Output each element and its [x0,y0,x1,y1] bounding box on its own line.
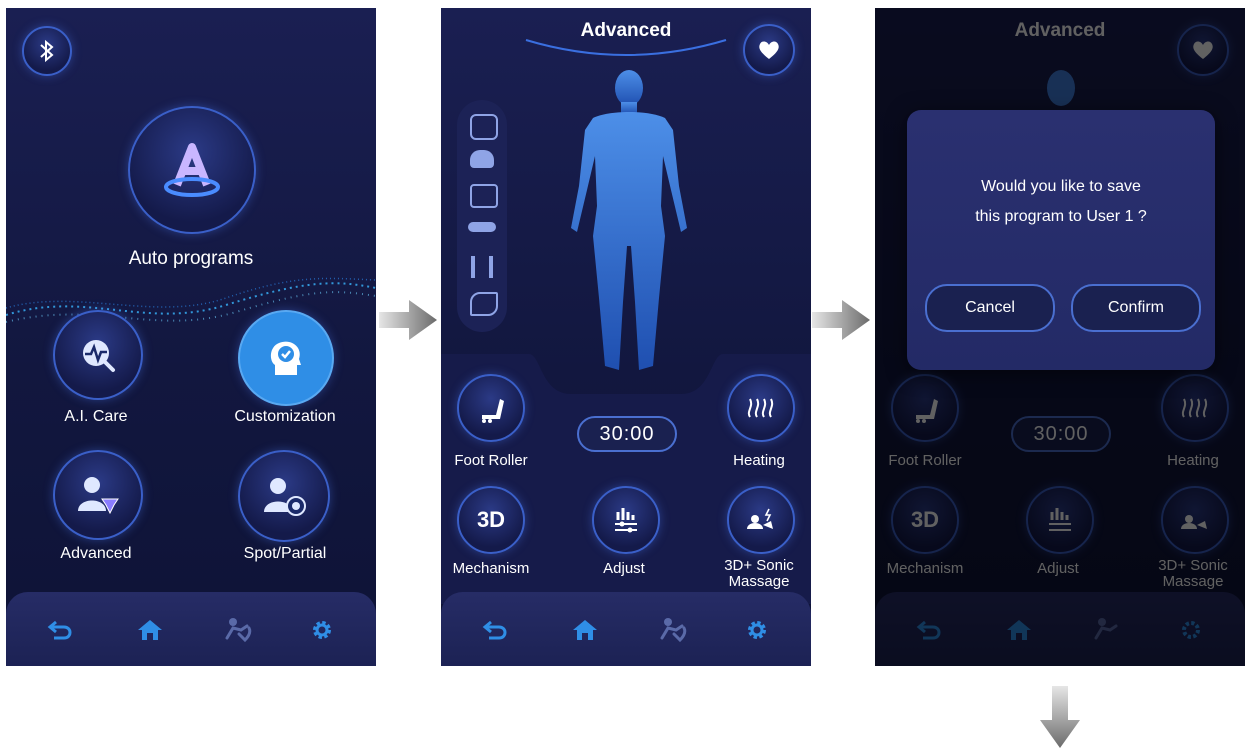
timer-display[interactable]: 30:00 [577,416,677,452]
body-part-feet-icon[interactable] [470,292,498,316]
body-part-selector [457,100,507,332]
home-screen: Auto programs A.I. Care Customization Ad… [6,8,376,666]
adjust-icon [615,508,637,533]
foot-roller-button[interactable] [457,374,525,442]
massage-icon[interactable] [222,614,254,646]
heart-icon [759,41,779,59]
adjust-button[interactable] [592,486,660,554]
ai-care-icon [83,340,115,372]
heating-label: Heating [733,452,785,469]
mechanism-label: Mechanism [452,560,530,577]
auto-programs-button[interactable] [128,106,256,234]
customization-label: Customization [234,408,336,425]
advanced-button[interactable] [53,450,143,540]
gear-icon[interactable] [741,614,773,646]
adjust-label: Adjust [603,560,645,577]
spot-partial-label: Spot/Partial [243,545,327,562]
auto-programs-icon [164,143,220,197]
body-figure [571,70,687,370]
sonic-massage-label-line1: 3D+ Sonic [724,557,794,574]
body-part-back-icon[interactable] [470,184,498,208]
sonic-massage-icon [747,508,773,529]
massage-icon[interactable] [657,614,689,646]
flow-arrow-right-2 [812,300,870,340]
body-part-waist-icon[interactable] [468,222,496,232]
favorite-button[interactable] [743,24,795,76]
dialog-message-line2: this program to User 1 ? [975,208,1147,225]
body-part-neck-icon[interactable] [470,114,498,140]
body-part-shoulder-icon[interactable] [470,150,494,168]
advanced-label: Advanced [60,545,132,562]
advanced-screen: Advanced Foot Roller 30:00 Heating 3D Me… [441,8,811,666]
auto-programs-label: Auto programs [128,248,254,269]
body-part-legs-icon[interactable] [471,256,493,278]
spot-partial-button[interactable] [238,450,330,542]
save-dialog: Would you like to save this program to U… [907,110,1215,370]
flow-arrow-right-1 [379,300,437,340]
ai-care-button[interactable] [53,310,143,400]
cancel-button[interactable]: Cancel [925,284,1055,332]
confirm-button[interactable]: Confirm [1071,284,1201,332]
foot-roller-label: Foot Roller [454,452,528,469]
heating-button[interactable] [727,374,795,442]
spot-partial-icon [264,478,306,516]
foot-roller-icon [482,399,504,423]
dialog-message-line1: Would you like to save [981,178,1141,195]
bottom-nav [441,592,811,666]
customization-button[interactable] [238,310,334,406]
3d-icon: 3D [476,507,506,532]
gear-icon[interactable] [306,614,338,646]
sonic-massage-button[interactable] [727,486,795,554]
bottom-nav [6,592,376,666]
advanced-icon [78,477,119,515]
bluetooth-icon [40,39,54,63]
back-icon[interactable] [44,614,76,646]
ai-care-label: A.I. Care [64,408,128,425]
customization-icon [270,341,301,375]
back-icon[interactable] [479,614,511,646]
mechanism-button[interactable]: 3D [457,486,525,554]
save-dialog-screen: Advanced Foot Roller 30:00 Heating 3D Me… [875,8,1245,666]
sonic-massage-label-line2: Massage [728,573,790,590]
home-icon[interactable] [569,614,601,646]
flow-arrow-down [1040,686,1080,748]
home-icon[interactable] [134,614,166,646]
bluetooth-button[interactable] [22,26,72,76]
heating-icon [747,398,774,418]
